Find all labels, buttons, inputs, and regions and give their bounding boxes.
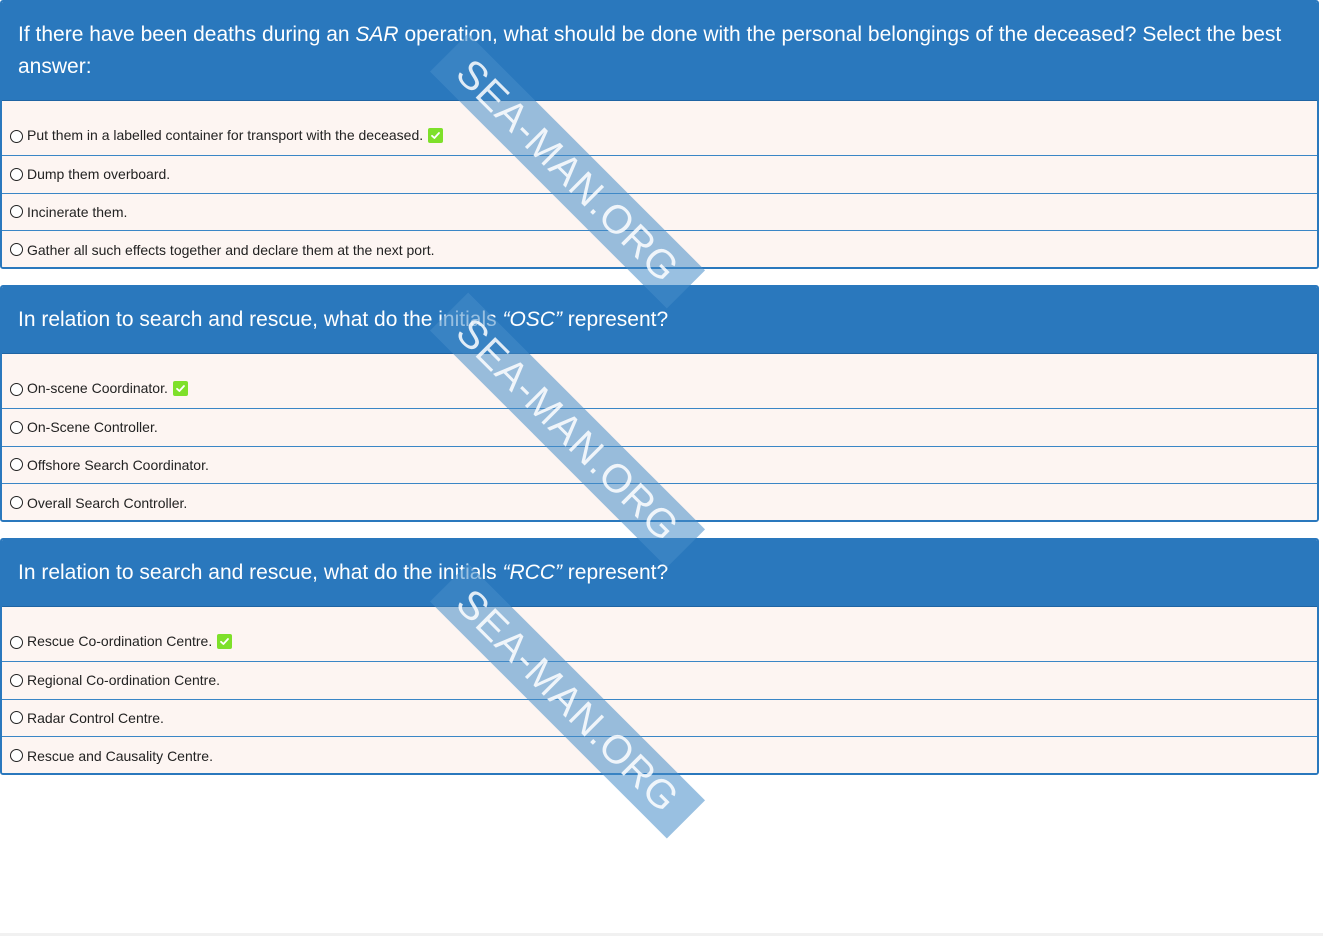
question-text: If there have been deaths during an SAR … [2, 2, 1317, 101]
answer-options: Put them in a labelled container for tra… [2, 101, 1317, 267]
answer-label: Dump them overboard. [27, 166, 171, 183]
answer-label: Put them in a labelled container for tra… [27, 127, 424, 143]
radio-button[interactable] [10, 711, 23, 725]
answer-option[interactable]: Rescue Co-ordination Centre. [2, 607, 1317, 662]
answer-option[interactable]: Rescue and Causality Centre. [2, 737, 1317, 773]
answer-option[interactable]: On-scene Coordinator. [2, 354, 1317, 409]
answer-label: Offshore Search Coordinator. [27, 456, 209, 473]
answer-label: Incinerate them. [27, 203, 128, 220]
correct-check-icon [217, 634, 233, 649]
answer-option[interactable]: On-Scene Controller. [2, 409, 1317, 447]
answer-label: On-scene Coordinator. [27, 380, 168, 396]
answer-label: Gather all such effects together and dec… [27, 241, 435, 258]
radio-button[interactable] [10, 205, 23, 219]
answer-option[interactable]: Offshore Search Coordinator. [2, 446, 1317, 484]
radio-button[interactable] [10, 420, 23, 434]
radio-button[interactable] [10, 458, 23, 472]
correct-check-icon [428, 128, 444, 143]
answer-option[interactable]: Put them in a labelled container for tra… [2, 101, 1317, 156]
answer-label: Radar Control Centre. [27, 709, 164, 726]
question-card-2: In relation to search and rescue, what d… [0, 285, 1319, 522]
answer-option[interactable]: Overall Search Controller. [2, 484, 1317, 520]
question-text-content: In relation to search and rescue, what d… [18, 561, 669, 584]
question-card-1: If there have been deaths during an SAR … [0, 0, 1319, 269]
answer-option[interactable]: Regional Co-ordination Centre. [2, 662, 1317, 700]
radio-button[interactable] [10, 243, 23, 257]
radio-button[interactable] [10, 130, 23, 143]
answer-label: Overall Search Controller. [27, 494, 188, 511]
radio-button[interactable] [10, 496, 23, 510]
correct-check-icon [172, 381, 188, 396]
answer-option[interactable]: Gather all such effects together and dec… [2, 231, 1317, 267]
radio-button[interactable] [10, 749, 23, 763]
answer-option[interactable]: Dump them overboard. [2, 156, 1317, 194]
answer-options: On-scene Coordinator. On-Scene Controlle… [2, 354, 1317, 520]
answer-options: Rescue Co-ordination Centre. Regional Co… [2, 607, 1317, 773]
answer-label: Rescue and Causality Centre. [27, 747, 213, 764]
question-text-content: In relation to search and rescue, what d… [18, 308, 669, 331]
question-text: In relation to search and rescue, what d… [2, 287, 1317, 354]
answer-label: Rescue Co-ordination Centre. [27, 633, 213, 649]
question-card-3: In relation to search and rescue, what d… [0, 538, 1319, 775]
answer-option[interactable]: Incinerate them. [2, 193, 1317, 231]
radio-button[interactable] [10, 636, 23, 649]
radio-button[interactable] [10, 167, 23, 181]
answer-option[interactable]: Radar Control Centre. [2, 699, 1317, 737]
quiz-page: If there have been deaths during an SAR … [0, 0, 1323, 936]
answer-label: On-Scene Controller. [27, 419, 158, 436]
answer-label: Regional Co-ordination Centre. [27, 672, 220, 689]
radio-button[interactable] [10, 673, 23, 687]
question-text-content: If there have been deaths during an SAR … [18, 23, 1282, 78]
question-text: In relation to search and rescue, what d… [2, 540, 1317, 607]
radio-button[interactable] [10, 383, 23, 396]
